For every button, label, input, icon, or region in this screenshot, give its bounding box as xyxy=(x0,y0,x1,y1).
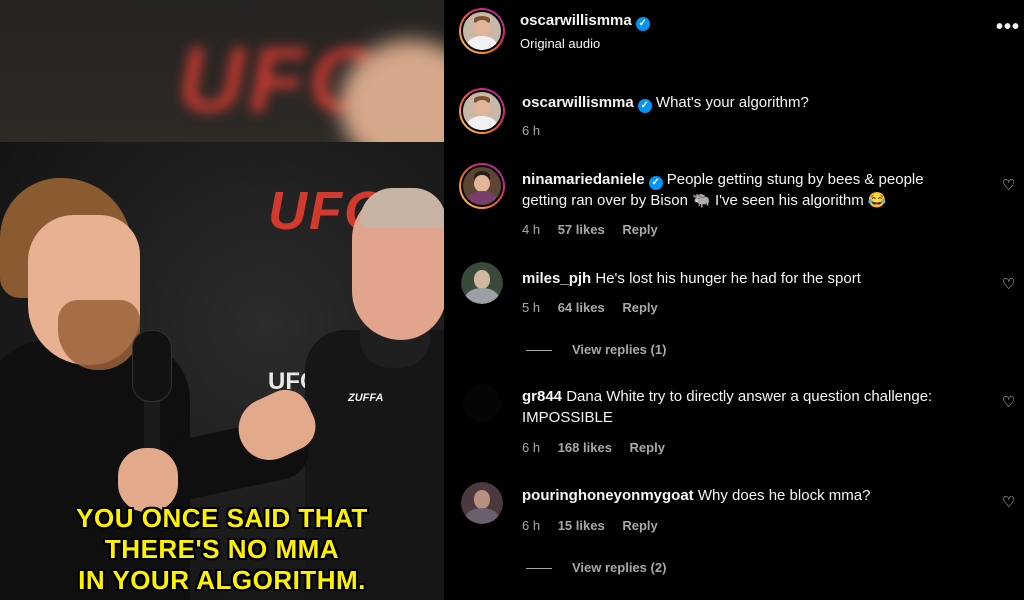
verified-badge-icon: ✓ xyxy=(635,17,650,31)
header-username[interactable]: oscarwillismma ✓ xyxy=(520,12,650,31)
comment-username[interactable]: gr844 xyxy=(522,388,562,405)
like-heart-icon[interactable]: ♡ xyxy=(1002,395,1016,410)
comment-time: 4 h xyxy=(522,222,541,237)
comment-text: miles_pjh He's lost his hunger he had fo… xyxy=(522,270,861,287)
comment-meta: 4 h 57 likes Reply xyxy=(522,222,672,237)
like-heart-icon[interactable]: ♡ xyxy=(1002,178,1016,193)
microphone xyxy=(132,330,172,402)
comment-likes[interactable]: 15 likes xyxy=(558,518,605,533)
reply-button[interactable]: Reply xyxy=(622,518,657,533)
comment-avatar[interactable] xyxy=(463,384,501,422)
comment-likes[interactable]: 64 likes xyxy=(558,300,605,315)
verified-badge-icon: ✓ xyxy=(648,176,663,190)
comment-text: pouringhoneyonmygoat Why does he block m… xyxy=(522,487,871,504)
comments-panel: oscarwillismma ✓ Original audio ••• oscar… xyxy=(444,0,1024,600)
comment-meta: 6 h 15 likes Reply xyxy=(522,518,672,533)
comment-likes[interactable]: 168 likes xyxy=(558,440,612,455)
comment-meta: 6 h 168 likes Reply xyxy=(522,440,679,455)
comment-text: ninamariedaniele ✓ People getting stung b… xyxy=(522,171,924,209)
comment-text: gr844 Dana White try to directly answer … xyxy=(522,388,933,426)
comment-meta: 6 h xyxy=(522,123,554,138)
more-options-icon[interactable]: ••• xyxy=(996,16,1020,39)
video-captions: YOU ONCE SAID THAT THERE'S NO MMA IN YOU… xyxy=(0,503,444,596)
video-player[interactable]: UFC UFC UFC ZUFFA YOU ONCE SAID THAT THE… xyxy=(0,0,444,600)
comment-avatar[interactable] xyxy=(461,482,503,524)
interviewee-hair xyxy=(360,188,444,228)
comment-username[interactable]: oscarwillismma xyxy=(522,94,634,111)
header-avatar[interactable] xyxy=(459,8,505,54)
comment-likes[interactable]: 57 likes xyxy=(558,222,605,237)
like-heart-icon[interactable]: ♡ xyxy=(1002,495,1016,510)
caption-line-1: YOU ONCE SAID THAT xyxy=(76,503,368,533)
comment-time: 6 h xyxy=(522,518,541,533)
reply-button[interactable]: Reply xyxy=(622,300,657,315)
view-replies-button[interactable]: View replies (1) xyxy=(526,342,666,357)
comment-avatar[interactable] xyxy=(459,163,505,209)
view-replies-button[interactable]: View replies (2) xyxy=(526,560,666,575)
comment-text: oscarwillismma ✓ What's your algorithm? xyxy=(522,94,809,113)
original-audio-link[interactable]: Original audio xyxy=(520,36,600,51)
replies-divider xyxy=(526,350,552,352)
comment-time: 6 h xyxy=(522,440,541,455)
comment-username[interactable]: pouringhoneyonmygoat xyxy=(522,487,694,504)
comment-meta: 5 h 64 likes Reply xyxy=(522,300,672,315)
reply-button[interactable]: Reply xyxy=(622,222,657,237)
comment-username[interactable]: ninamariedaniele xyxy=(522,171,645,188)
reply-button[interactable]: Reply xyxy=(630,440,665,455)
zuffa-logo: ZUFFA xyxy=(348,392,384,404)
comment-time: 5 h xyxy=(522,300,541,315)
verified-badge-icon: ✓ xyxy=(637,99,652,113)
like-heart-icon[interactable]: ♡ xyxy=(1002,277,1016,292)
replies-divider xyxy=(526,568,552,570)
caption-line-3: IN YOUR ALGORITHM. xyxy=(78,565,366,595)
caption-line-2: THERE'S NO MMA xyxy=(104,534,340,564)
comment-username[interactable]: miles_pjh xyxy=(522,270,591,287)
comment-avatar[interactable] xyxy=(459,88,505,134)
comment-avatar[interactable] xyxy=(461,262,503,304)
comment-time: 6 h xyxy=(522,123,541,138)
